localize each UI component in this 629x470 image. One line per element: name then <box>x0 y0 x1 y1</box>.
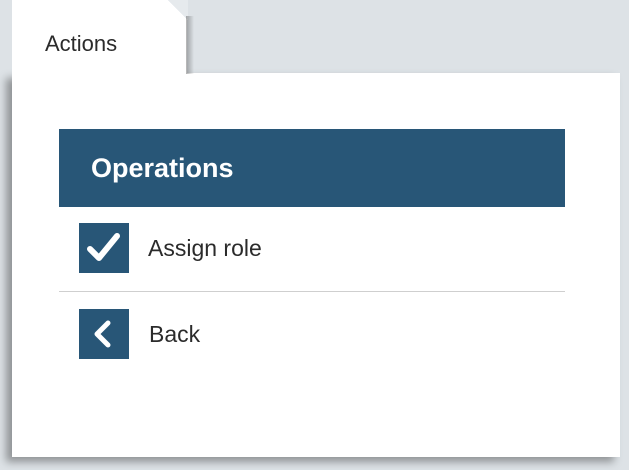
tab-corner-fold <box>168 0 188 20</box>
operations-title: Operations <box>91 153 234 183</box>
back-label[interactable]: Back <box>149 321 200 347</box>
check-icon[interactable] <box>79 223 129 273</box>
tab-shadow <box>186 16 194 74</box>
chevron-left-icon[interactable] <box>79 309 129 359</box>
assign-role-label[interactable]: Assign role <box>148 235 262 261</box>
back-button[interactable]: Back <box>59 292 565 376</box>
app-root: Actions Operations Assign role Back <box>0 0 629 470</box>
assign-role-button[interactable]: Assign role <box>59 207 565 292</box>
operations-header: Operations <box>59 129 565 207</box>
tab-actions-label[interactable]: Actions <box>45 32 117 56</box>
